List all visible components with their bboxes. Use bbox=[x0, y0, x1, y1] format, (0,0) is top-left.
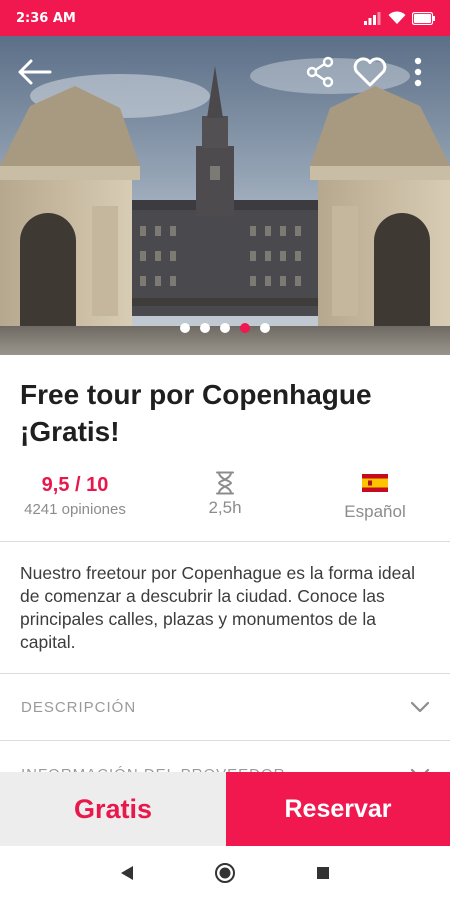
carousel-indicator bbox=[0, 323, 450, 333]
more-vert-icon bbox=[414, 57, 422, 87]
carousel-dot[interactable] bbox=[200, 323, 210, 333]
spain-flag-icon bbox=[362, 474, 388, 492]
duration-value: 2,5h bbox=[208, 498, 242, 517]
status-time: 2:36 AM bbox=[16, 10, 76, 26]
nav-recents-button[interactable] bbox=[309, 859, 337, 887]
booking-bar: Gratis Reservar bbox=[0, 772, 450, 846]
more-options-button[interactable] bbox=[398, 52, 438, 92]
language-stat: Español bbox=[300, 466, 450, 526]
signal-icon bbox=[364, 11, 381, 25]
share-icon bbox=[306, 56, 334, 88]
system-nav-bar bbox=[0, 846, 450, 900]
tour-stats: 9,5 / 10 4241 opiniones 2,5h Español bbox=[0, 466, 450, 526]
tour-title: Free tour por Copenhague ¡Gratis! bbox=[20, 379, 372, 447]
back-button[interactable] bbox=[14, 52, 54, 92]
book-button[interactable]: Reservar bbox=[226, 772, 450, 846]
carousel-dot-active[interactable] bbox=[240, 323, 250, 333]
status-icons bbox=[364, 11, 436, 25]
chevron-down-icon bbox=[410, 701, 430, 713]
share-button[interactable] bbox=[300, 52, 340, 92]
battery-icon bbox=[412, 11, 435, 25]
back-arrow-icon bbox=[18, 59, 52, 85]
tour-description: Nuestro freetour por Copenhague es la fo… bbox=[20, 563, 415, 652]
section-label: DESCRIPCIÓN bbox=[21, 698, 137, 716]
section-description[interactable]: DESCRIPCIÓN bbox=[0, 674, 450, 740]
divider bbox=[0, 541, 450, 542]
nav-back-button[interactable] bbox=[113, 859, 141, 887]
nav-recents-icon bbox=[317, 867, 329, 879]
carousel-dot[interactable] bbox=[220, 323, 230, 333]
nav-back-icon bbox=[121, 866, 133, 880]
hero-image-carousel[interactable] bbox=[0, 36, 450, 355]
carousel-dot[interactable] bbox=[260, 323, 270, 333]
duration-stat: 2,5h bbox=[150, 466, 300, 526]
review-count: 4241 opiniones bbox=[24, 501, 126, 518]
carousel-dot[interactable] bbox=[180, 323, 190, 333]
status-bar: 2:36 AM bbox=[0, 0, 450, 36]
wifi-icon bbox=[388, 11, 406, 24]
rating-value: 9,5 / 10 bbox=[41, 474, 109, 496]
heart-icon bbox=[353, 57, 387, 87]
nav-home-button[interactable] bbox=[211, 859, 239, 887]
price-label: Gratis bbox=[0, 772, 226, 846]
nav-home-icon bbox=[215, 863, 235, 883]
rating-stat[interactable]: 9,5 / 10 4241 opiniones bbox=[0, 466, 150, 526]
language-value: Español bbox=[344, 502, 406, 521]
hourglass-icon bbox=[216, 471, 234, 495]
favorite-button[interactable] bbox=[350, 52, 390, 92]
